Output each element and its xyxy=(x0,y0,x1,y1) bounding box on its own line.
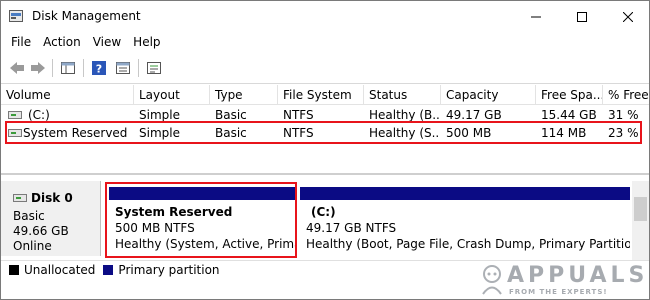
back-button[interactable] xyxy=(7,58,27,78)
graphical-disk-view: Disk 0 Basic 49.66 GB Online System Rese… xyxy=(1,173,649,299)
partition-bar xyxy=(109,187,297,200)
volume-percent-free: 23 % xyxy=(608,126,639,140)
legend-label: Unallocated xyxy=(24,262,96,277)
console-tree-icon xyxy=(61,62,75,74)
partition-title: (C:) xyxy=(311,205,336,219)
window-title: Disk Management xyxy=(32,9,141,23)
column-header-layout[interactable]: Layout xyxy=(134,85,210,105)
volume-percent-free: 31 % xyxy=(608,108,639,122)
toolbar: ? xyxy=(1,54,649,84)
column-header-percent-free[interactable]: % Free xyxy=(603,85,649,105)
partition-c[interactable]: (C:) 49.17 GB NTFS Healthy (Boot, Page F… xyxy=(300,187,630,258)
volume-file-system: NTFS xyxy=(283,126,314,140)
partition-system-reserved[interactable]: System Reserved 500 MB NTFS Healthy (Sys… xyxy=(109,187,297,258)
column-header-volume[interactable]: Volume xyxy=(1,85,134,105)
volume-file-system: NTFS xyxy=(283,108,314,122)
disk-management-window: Disk Management File Action View Help ? xyxy=(0,0,650,300)
volume-layout: Simple xyxy=(139,126,180,140)
column-header-type[interactable]: Type xyxy=(210,85,278,105)
volume-status: Healthy (B... xyxy=(369,108,440,122)
legend-item-unallocated: Unallocated xyxy=(9,263,95,277)
volume-name: System Reserved xyxy=(23,126,128,140)
vertical-scrollbar[interactable] xyxy=(632,181,649,261)
volume-capacity: 500 MB xyxy=(446,126,492,140)
partition-status: Healthy (System, Active, Primary xyxy=(115,237,297,251)
partition-body: System Reserved 500 MB NTFS Healthy (Sys… xyxy=(109,200,297,258)
drive-icon xyxy=(8,111,22,119)
close-icon xyxy=(623,11,633,22)
minimize-icon xyxy=(531,16,541,17)
menu-bar: File Action View Help xyxy=(1,33,649,53)
properties-button[interactable] xyxy=(113,58,133,78)
help-icon: ? xyxy=(92,61,106,76)
legend-label: Primary partition xyxy=(118,262,220,277)
minimize-button[interactable] xyxy=(513,1,559,32)
primary-partition-swatch xyxy=(103,264,114,275)
vertical-scroll-thumb[interactable] xyxy=(634,197,647,221)
disk-0-info[interactable]: Disk 0 Basic 49.66 GB Online xyxy=(1,181,101,256)
disk-type: Basic xyxy=(13,209,45,223)
column-header-capacity[interactable]: Capacity xyxy=(441,85,536,105)
volume-list-header: Volume Layout Type File System Status Ca… xyxy=(1,85,649,105)
volume-capacity: 49.17 GB xyxy=(446,108,502,122)
close-button[interactable] xyxy=(605,1,649,32)
toolbar-separator xyxy=(83,59,84,77)
volume-row-system-reserved[interactable]: System Reserved Simple Basic NTFS Health… xyxy=(1,124,649,142)
legend-item-primary: Primary partition xyxy=(103,262,220,277)
volume-status: Healthy (S... xyxy=(369,126,440,140)
maximize-icon xyxy=(577,11,587,22)
partition-title: System Reserved xyxy=(115,205,233,219)
export-list-button[interactable] xyxy=(144,58,164,78)
volume-row-c[interactable]: (C:) Simple Basic NTFS Healthy (B... 49.… xyxy=(1,106,649,124)
partition-bar xyxy=(300,187,630,200)
disk-icon xyxy=(13,194,27,202)
volume-free-space: 15.44 GB xyxy=(541,108,597,122)
partition-size: 500 MB NTFS xyxy=(115,221,195,235)
volume-type: Basic xyxy=(215,126,247,140)
back-arrow-icon xyxy=(10,62,24,74)
column-header-free-space[interactable]: Free Spa... xyxy=(536,85,603,105)
volume-layout: Simple xyxy=(139,108,180,122)
toolbar-separator xyxy=(52,59,53,77)
menu-help[interactable]: Help xyxy=(127,33,166,53)
menu-view[interactable]: View xyxy=(87,33,127,53)
partition-body: (C:) 49.17 GB NTFS Healthy (Boot, Page F… xyxy=(300,200,630,258)
volume-name: (C:) xyxy=(28,108,50,122)
menu-action[interactable]: Action xyxy=(37,33,87,53)
svg-text:?: ? xyxy=(96,63,102,76)
unallocated-swatch xyxy=(9,264,19,275)
volume-list: Volume Layout Type File System Status Ca… xyxy=(1,85,649,253)
volume-free-space: 114 MB xyxy=(541,126,587,140)
console-tree-button[interactable] xyxy=(58,58,78,78)
maximize-button[interactable] xyxy=(559,1,605,32)
column-header-status[interactable]: Status xyxy=(364,85,441,105)
forward-arrow-icon xyxy=(31,62,45,74)
menu-file[interactable]: File xyxy=(1,33,37,53)
partition-status: Healthy (Boot, Page File, Crash Dump, Pr… xyxy=(306,237,630,251)
properties-icon xyxy=(116,62,130,74)
partition-size: 49.17 GB NTFS xyxy=(306,221,397,235)
drive-icon xyxy=(8,129,22,137)
toolbar-separator xyxy=(138,59,139,77)
title-bar[interactable]: Disk Management xyxy=(1,1,649,32)
disk-status: Online xyxy=(13,239,52,253)
disk-management-icon xyxy=(9,10,23,22)
column-header-file-system[interactable]: File System xyxy=(278,85,364,105)
help-button[interactable]: ? xyxy=(89,58,109,78)
forward-button[interactable] xyxy=(28,58,48,78)
export-list-icon xyxy=(147,62,161,74)
partition-legend: Unallocated Primary partition xyxy=(1,260,649,278)
volume-type: Basic xyxy=(215,108,247,122)
disk-size: 49.66 GB xyxy=(13,224,69,238)
disk-name: Disk 0 xyxy=(31,191,73,205)
